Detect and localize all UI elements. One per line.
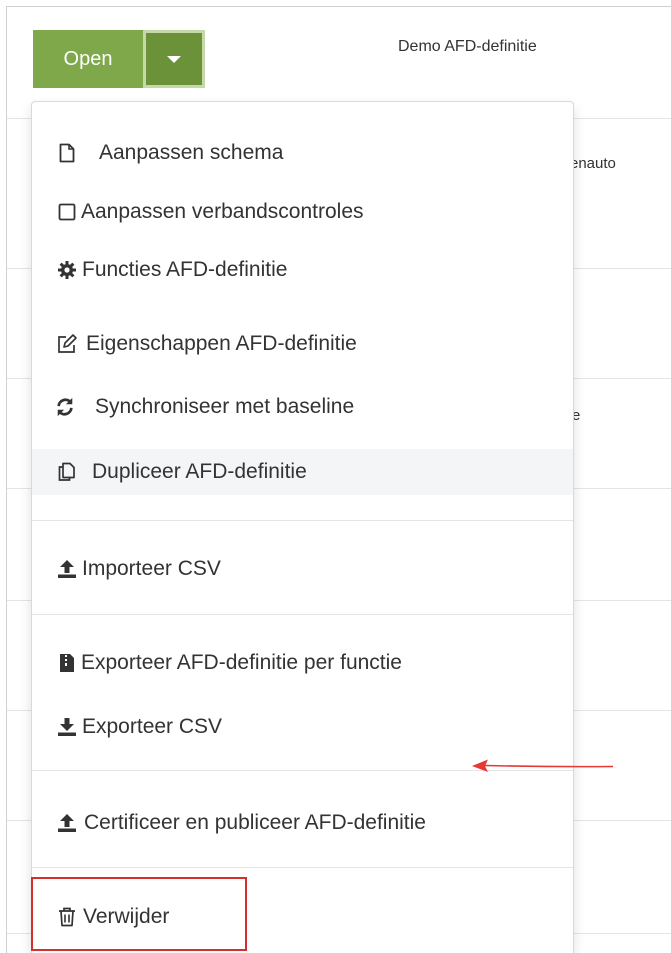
- menu-item-functies[interactable]: Functies AFD-definitie: [32, 247, 573, 293]
- menu-item-aanpassen-schema[interactable]: Aanpassen schema: [32, 130, 573, 176]
- upload-icon: [57, 558, 77, 580]
- page-title: Demo AFD-definitie: [398, 38, 537, 55]
- gear-icon: [57, 259, 77, 281]
- download-icon: [57, 716, 77, 738]
- dropdown-menu: Aanpassen schema Aanpassen verbandscontr…: [31, 101, 574, 953]
- caret-down-icon: [167, 55, 181, 63]
- open-button[interactable]: Open: [33, 30, 143, 88]
- menu-item-label: Functies AFD-definitie: [82, 258, 288, 281]
- menu-item-aanpassen-verbandscontroles[interactable]: Aanpassen verbandscontroles: [32, 189, 573, 235]
- dropdown-toggle-button[interactable]: [143, 30, 205, 88]
- menu-item-label: Synchroniseer met baseline: [95, 395, 355, 418]
- menu-item-label: Certificeer en publiceer AFD-definitie: [84, 811, 426, 834]
- menu-item-label: Exporteer CSV: [82, 715, 223, 738]
- menu-item-label: Aanpassen verbandscontroles: [81, 200, 364, 223]
- annotation-arrow-icon: [472, 759, 614, 772]
- menu-item-label: Exporteer AFD-definitie per functie: [81, 651, 402, 674]
- menu-divider: [32, 867, 573, 868]
- copy-icon: [57, 461, 77, 483]
- menu-item-exporteer-per-functie[interactable]: Exporteer AFD-definitie per functie: [32, 640, 573, 686]
- menu-item-certificeer[interactable]: Certificeer en publiceer AFD-definitie: [32, 800, 573, 846]
- zip-file-icon: [57, 652, 77, 674]
- menu-item-importeer-csv[interactable]: Importeer CSV: [32, 546, 573, 592]
- menu-item-dupliceer[interactable]: Dupliceer AFD-definitie: [32, 449, 573, 495]
- menu-item-label: Aanpassen schema: [99, 141, 284, 164]
- menu-item-label: Importeer CSV: [82, 557, 221, 580]
- sync-icon: [55, 396, 75, 418]
- menu-item-label: Eigenschappen AFD-definitie: [86, 332, 357, 355]
- menu-item-label: Dupliceer AFD-definitie: [92, 460, 307, 483]
- edit-icon: [57, 333, 77, 355]
- highlight-box: [31, 877, 247, 951]
- upload-icon: [57, 812, 77, 834]
- menu-divider: [32, 614, 573, 615]
- square-icon: [57, 201, 77, 223]
- menu-item-eigenschappen[interactable]: Eigenschappen AFD-definitie: [32, 321, 573, 367]
- menu-divider: [32, 520, 573, 521]
- table-cell: enauto: [570, 155, 616, 172]
- file-icon: [57, 142, 77, 164]
- menu-item-exporteer-csv[interactable]: Exporteer CSV: [32, 704, 573, 750]
- menu-item-synchroniseer[interactable]: Synchroniseer met baseline: [32, 384, 573, 430]
